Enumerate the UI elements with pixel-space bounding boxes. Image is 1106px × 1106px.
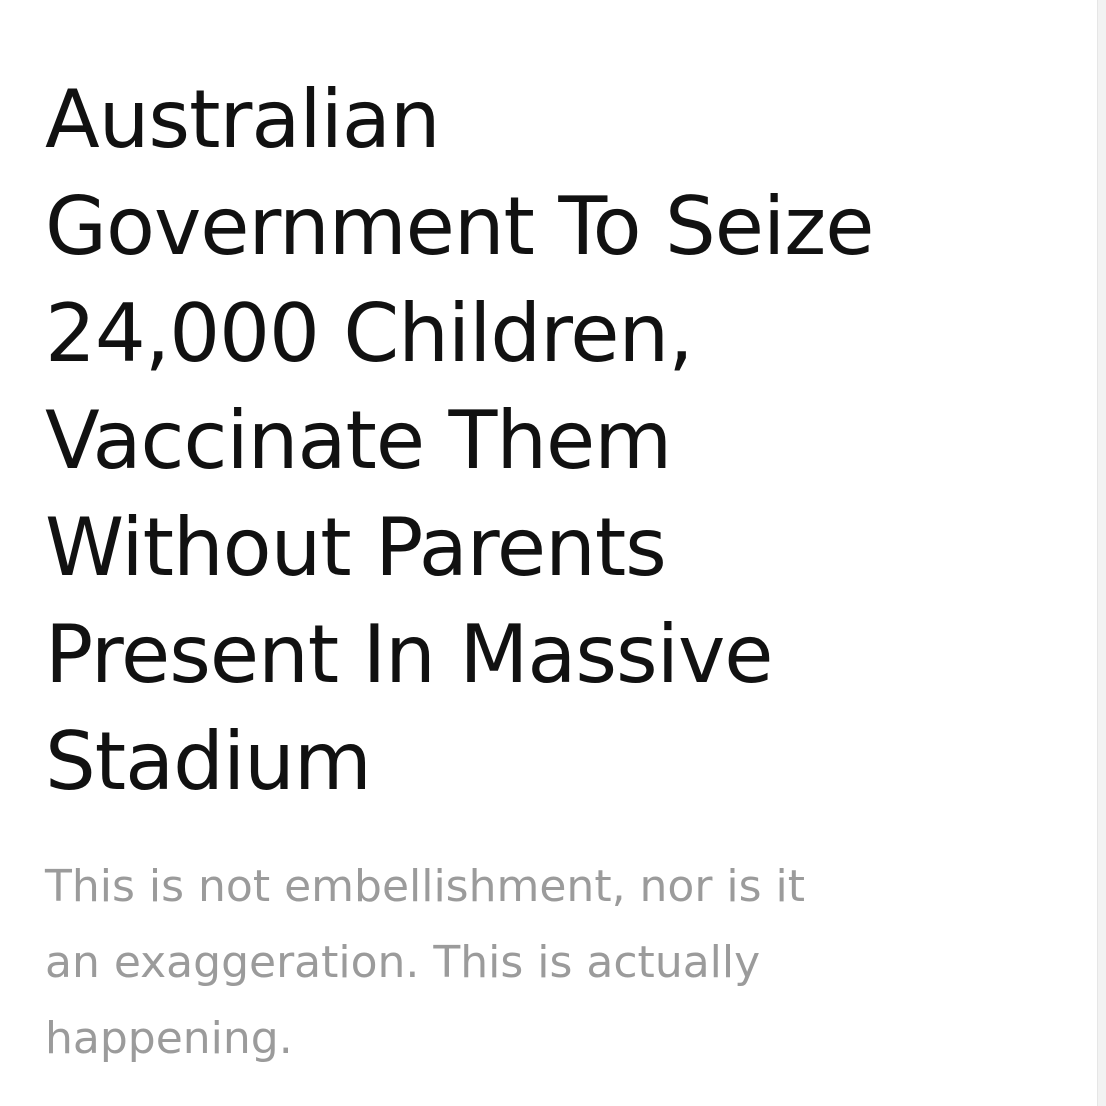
article-subtitle: This is not embellishment, nor is it an … [45, 849, 1045, 1077]
headline-line: Vaccinate Them [45, 394, 672, 487]
headline-line: Present In Massive [45, 608, 774, 701]
subtitle-line: This is not embellishment, nor is it [45, 861, 806, 912]
subtitle-line: happening. [45, 1013, 293, 1064]
article-headline: Australian Government To Seize 24,000 Ch… [45, 66, 1045, 815]
headline-line: Stadium [45, 715, 372, 808]
article-header: Australian Government To Seize 24,000 Ch… [45, 66, 1045, 1077]
headline-line: Government To Seize [45, 180, 874, 273]
subtitle-line: an exaggeration. This is actually [45, 937, 761, 988]
headline-line: 24,000 Children, [45, 287, 694, 380]
headline-line: Australian [45, 73, 441, 166]
scrollbar-track[interactable] [1097, 0, 1106, 1106]
headline-line: Without Parents [45, 501, 667, 594]
